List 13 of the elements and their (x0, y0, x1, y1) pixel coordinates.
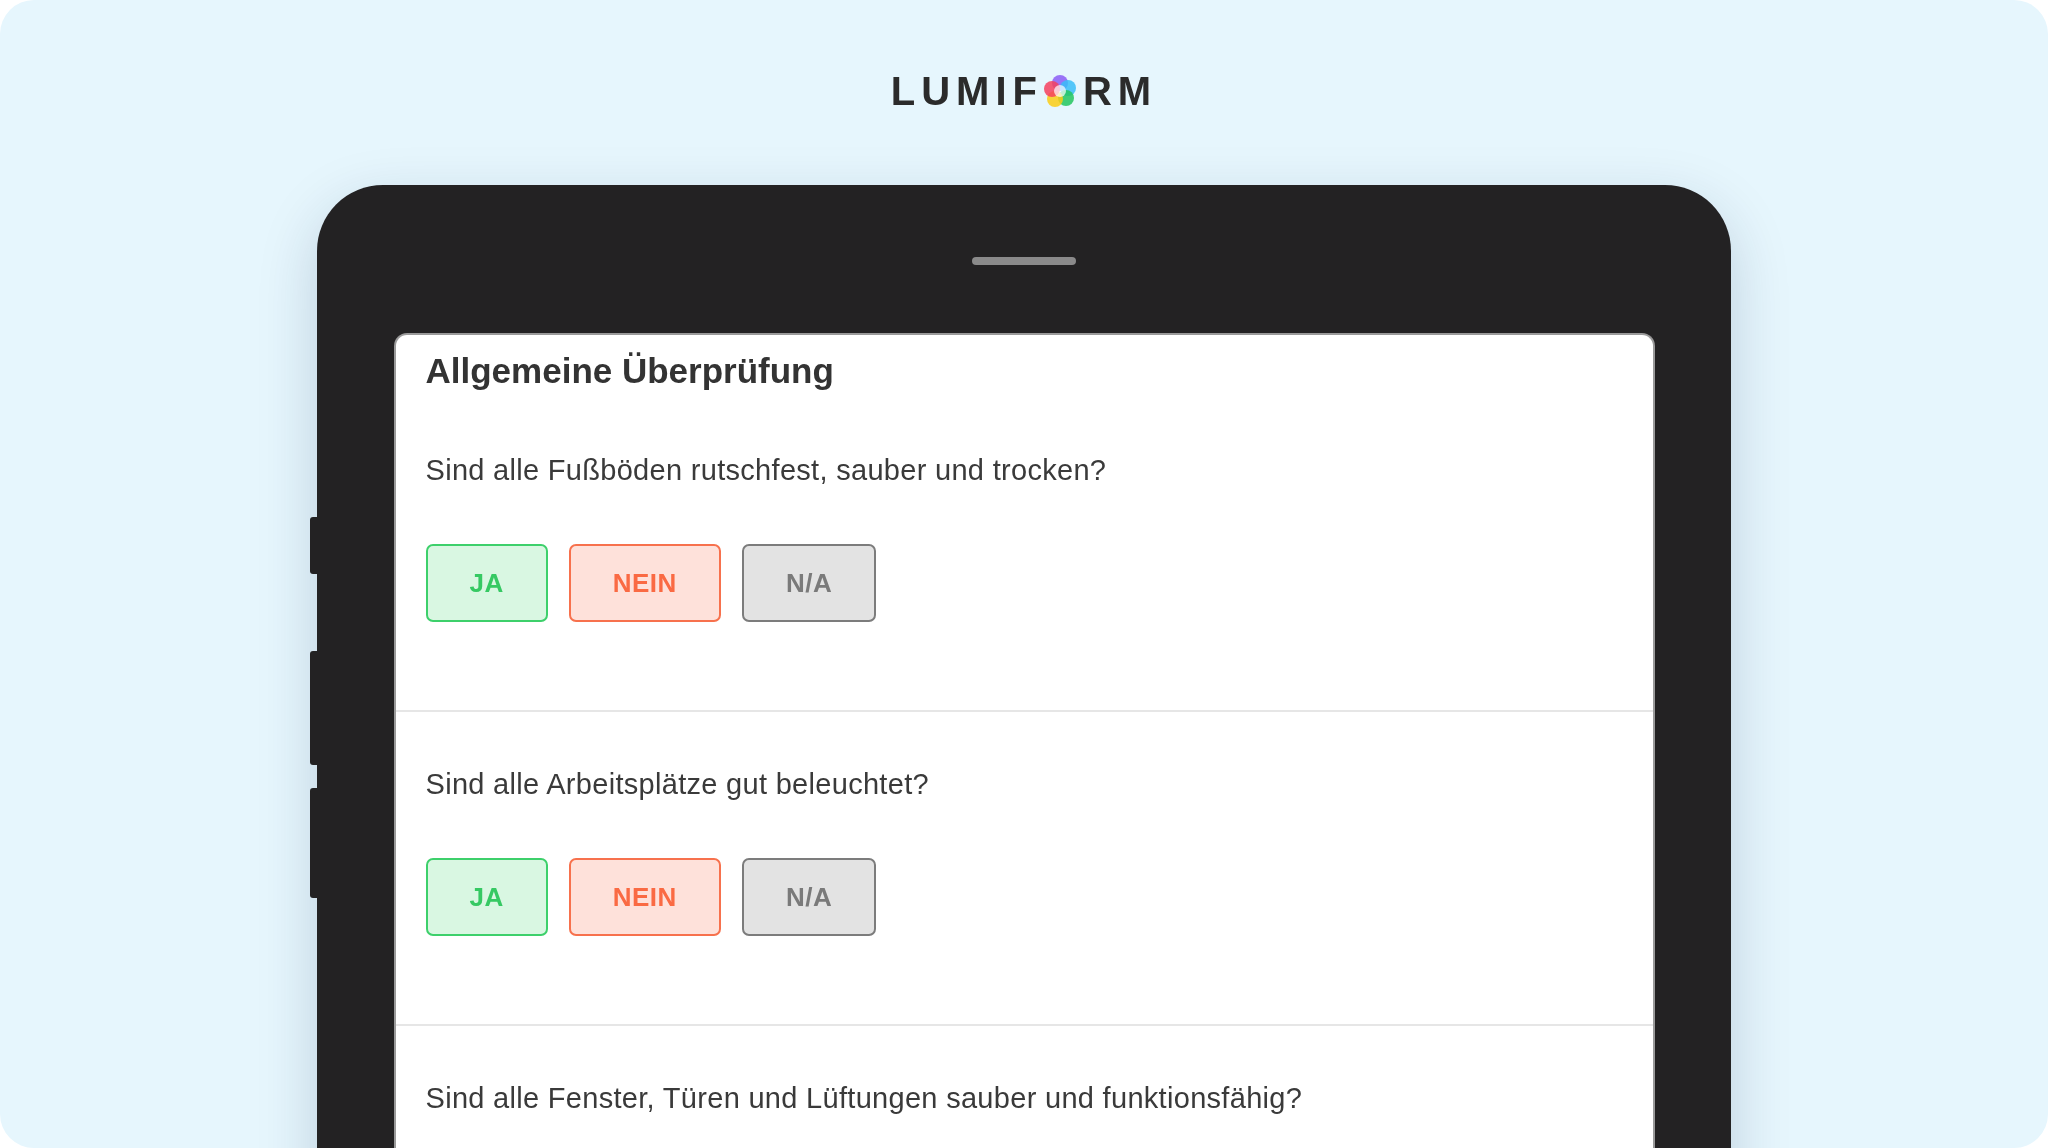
logo-text: LUMIF (890, 68, 1043, 114)
question-text: Sind alle Fußböden rutschfest, sauber und trocken? (425, 453, 1107, 488)
answer-button[interactable]: N/A (741, 858, 877, 936)
question-text: Sind alle Fenster, Türen und Lüftungen sauber und funktionsfähig? (425, 1081, 1303, 1116)
question-text: Sind alle Arbeitsplätze gut beleuchtet? (425, 767, 929, 802)
logo-flower-icon (1043, 74, 1077, 108)
answer-button[interactable]: JA (425, 858, 548, 936)
answer-button[interactable]: N/A (741, 544, 877, 622)
answer-button[interactable]: JA (425, 544, 548, 622)
form-title: Allgemeine Überprüfung (425, 350, 834, 392)
logo-text: RM (1083, 68, 1158, 114)
answer-button[interactable]: NEIN (568, 544, 721, 622)
answer-button[interactable]: NEIN (568, 858, 721, 936)
